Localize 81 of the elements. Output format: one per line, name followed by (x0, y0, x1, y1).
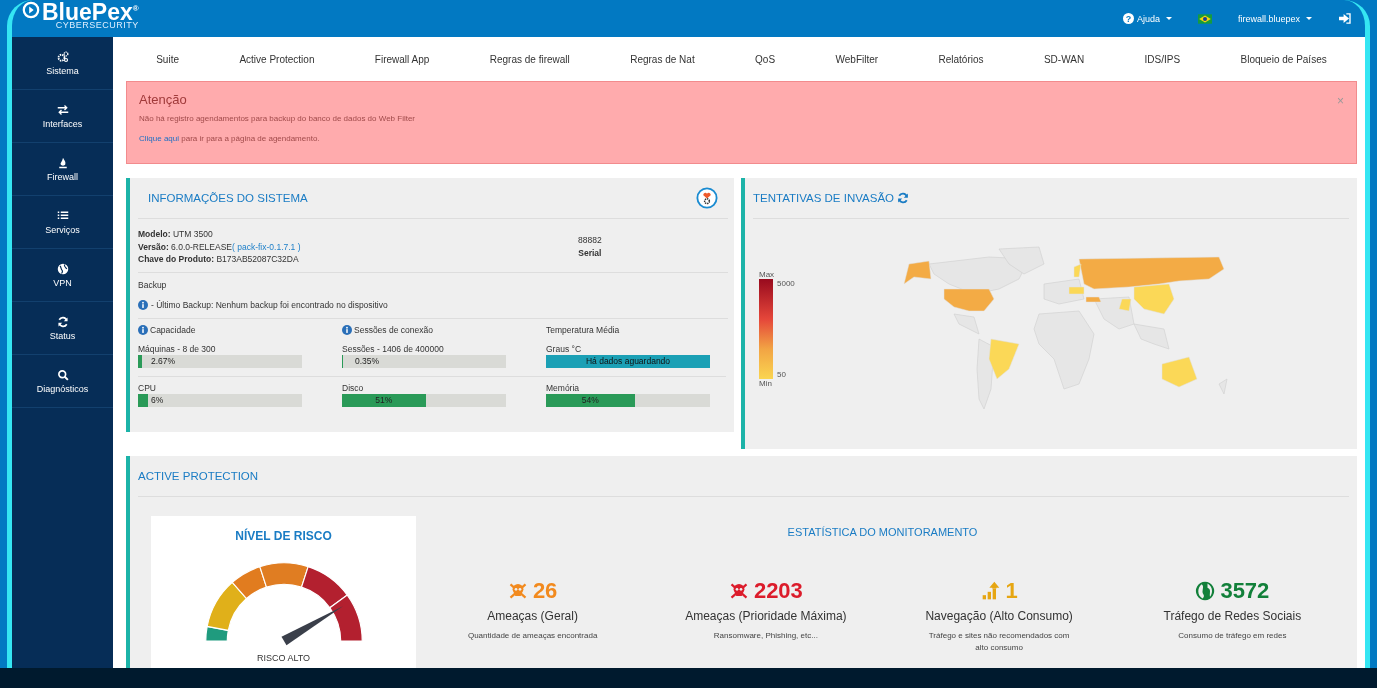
meter-heading: Sessões de conexão (354, 324, 433, 335)
backup-heading: Backup (138, 279, 168, 290)
stat-value: 2203 (753, 578, 803, 604)
stat-description: Tráfego e sites não recomendados com alto consumo (927, 630, 1071, 654)
stat-value: 3572 (1220, 578, 1270, 604)
stat-title: Ameaças (Geral) (487, 609, 578, 623)
nav-tab[interactable]: WebFilter (835, 53, 879, 65)
meter-label: Máquinas - 8 de 300 (138, 343, 217, 354)
caret-icon (1165, 17, 1172, 20)
nav-tab[interactable]: Regras de firewall (489, 53, 570, 65)
info-icon (342, 324, 352, 335)
logout-icon[interactable] (1338, 13, 1351, 24)
panel-title: ACTIVE PROTECTION (138, 470, 259, 482)
risk-label: RISCO ALTO (256, 653, 311, 663)
stat-value: 1 (1005, 578, 1018, 604)
bluepex-logo[interactable]: BluePex$^{®}$ CYBERSECURITY (22, 0, 139, 31)
stat-value: 26 (532, 578, 558, 604)
legend-max-label: Max (759, 270, 776, 279)
meter-heading: Temperatura Média (546, 324, 620, 335)
caret-icon (1306, 17, 1312, 20)
stat-title: Tráfego de Redes Sociais (1163, 609, 1302, 623)
nav-tab[interactable]: Active Protection (239, 53, 315, 65)
user-menu[interactable]: firewall.bluepex (1237, 13, 1312, 24)
progress-reading: 0.35% (354, 356, 380, 366)
meter-label: Memória (546, 382, 581, 393)
progress-reading: 6% (150, 395, 164, 405)
progress-reading: 51% (374, 395, 394, 405)
globe-icon (56, 262, 69, 275)
search-icon (56, 368, 69, 381)
info-field: Chave do Produto: B173AB52087C32DA (138, 253, 578, 266)
stat-description: Ransomware, Phishing, etc... (713, 630, 818, 642)
progress-reading: 2.67% (150, 356, 176, 366)
arrows-icon (56, 103, 69, 116)
stat-description: Quantidade de ameaças encontrada (467, 630, 598, 642)
meter-label: Disco (342, 382, 365, 393)
info-icon (138, 324, 148, 335)
alert-link-sentence: Clique aqui para ir para a página de agendamento. (139, 134, 320, 143)
stat-description: Consumo de tráfego em redes (1178, 630, 1287, 642)
backup-status: - Último Backup: Nenhum backup foi encontrado no dispositivo (151, 299, 388, 310)
nav-tab[interactable]: Firewall App (374, 53, 430, 65)
nav-tab[interactable]: Bloqueio de Países (1240, 53, 1327, 65)
meter-label: Graus °C (546, 343, 583, 354)
progress-reading: 54% (580, 395, 600, 405)
nav-tab[interactable]: SD-WAN (1043, 53, 1085, 65)
flame-icon (56, 156, 69, 169)
meter-heading: Capacidade (150, 324, 196, 335)
gears-icon (56, 50, 69, 63)
serial-number: 88882 (578, 234, 602, 247)
alert-message: Não há registro agendamentos para backup do banco de dados do Web Filter (139, 114, 416, 123)
legend-min-value: 50 (777, 370, 787, 379)
panel-title: INFORMAÇÕES DO SISTEMA (148, 192, 308, 204)
meter-label: CPU (138, 382, 157, 393)
nav-tab[interactable]: Regras de Nat (630, 53, 695, 65)
logo-icon (22, 0, 40, 19)
risk-title: NÍVEL DE RISCO (235, 529, 332, 543)
heart-gear-icon[interactable] (696, 187, 718, 209)
legend-min-label: Min (759, 379, 773, 388)
nav-tab[interactable]: Suite (156, 53, 179, 65)
meter-label: Sessões - 1406 de 400000 (342, 343, 445, 354)
alert-title: Atenção (139, 92, 187, 107)
serial-label: Serial (578, 246, 602, 260)
status-bar: Há dados aguardando (546, 354, 710, 368)
info-icon (138, 299, 148, 310)
panel-title: TENTATIVAS DE INVASÃO (753, 192, 894, 204)
logo-subtitle: CYBERSECURITY (55, 20, 139, 31)
nav-tab[interactable]: QoS (755, 53, 776, 65)
legend-max-value: 5000 (777, 279, 795, 288)
help-icon: ? (1122, 13, 1134, 24)
stats-title: ESTATÍSTICA DO MONITORAMENTO (787, 526, 978, 538)
stat-title: Ameaças (Prioridade Máxima) (685, 609, 847, 623)
version-link[interactable]: ( pack-fix-0.1.7.1 ) (232, 241, 301, 252)
nav-tab[interactable]: IDS/IPS (1144, 53, 1181, 65)
stat-title: Navegação (Alto Consumo) (925, 609, 1073, 623)
list-icon (56, 209, 69, 222)
brazil-flag-icon[interactable] (1197, 13, 1212, 24)
refresh-icon (56, 315, 69, 328)
help-menu[interactable]: ? Ajuda (1122, 13, 1172, 24)
info-field: Versão: 6.0.0-RELEASE( pack-fix-0.1.7.1 ) (138, 240, 578, 253)
nav-tab[interactable]: Relatórios (938, 53, 984, 65)
refresh-icon[interactable] (897, 192, 909, 204)
info-field: Modelo: UTM 3500 (138, 228, 578, 241)
